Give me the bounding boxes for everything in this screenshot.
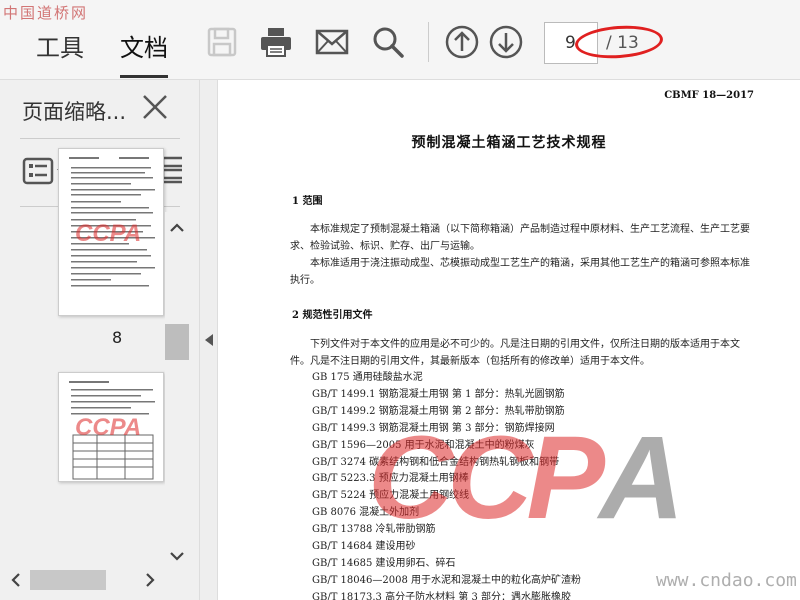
section-heading: 1 范围 — [292, 196, 323, 207]
reference-item: GB/T 1499.1 钢筋混凝土用钢 第 1 部分：热轧光圆钢筋 — [312, 388, 565, 400]
page-thumbnail[interactable]: CCPA — [58, 372, 164, 482]
collapse-left-icon — [205, 334, 213, 346]
reference-item: GB/T 18173.3 高分子防水材料 第 3 部分：遇水膨胀橡胶 — [312, 591, 571, 600]
panel-title: 页面缩略... — [22, 100, 127, 124]
thumbnail-watermark: CCPA — [75, 220, 141, 247]
paragraph: 本标准适用于浇注振动成型、芯模振动成型工艺生产的箱涵，采用其他工艺生产的箱涵可参… — [290, 258, 750, 286]
paragraph: 本标准规定了预制混凝土箱涵（以下简称箱涵）产品制造过程中原材料、生产工艺流程、生… — [290, 224, 750, 252]
document-page: CBMF 18—2017 预制混凝土箱涵工艺技术规程 1 范围 本标准规定了预制… — [218, 80, 800, 600]
panel-divider — [20, 138, 180, 139]
document-code: CBMF 18—2017 — [664, 90, 754, 101]
watermark-tail: A — [599, 412, 684, 544]
reference-item: GB/T 3274 碳素结构钢和低合金结构钢热轧钢板和钢带 — [312, 456, 560, 468]
reference-item: GB/T 1596—2005 用于水泥和混凝土中的粉煤灰 — [312, 439, 535, 451]
thumbnail-horizontal-scrollbar[interactable] — [0, 567, 165, 593]
section-heading: 2 规范性引用文件 — [292, 310, 373, 321]
search-icon[interactable] — [370, 24, 406, 60]
reference-item: GB/T 14684 建设用砂 — [312, 541, 416, 553]
document-title: 预制混凝土箱涵工艺技术规程 — [411, 135, 607, 151]
page-down-icon[interactable] — [488, 24, 524, 60]
mail-icon[interactable] — [314, 24, 350, 60]
tab-tools[interactable]: 工具 — [36, 28, 84, 78]
chevron-up-icon[interactable] — [167, 218, 187, 238]
chevron-down-icon[interactable] — [167, 546, 187, 566]
reference-item: GB/T 1499.3 钢筋混凝土用钢 第 3 部分：钢筋焊接网 — [312, 422, 555, 434]
reference-item: GB/T 18046—2008 用于水泥和混凝土中的粒化高炉矿渣粉 — [312, 574, 581, 586]
reference-item: GB/T 5224 预应力混凝土用钢绞线 — [312, 490, 470, 502]
top-toolbar: 中国道桥网 工具 文档 9 / 13 — [0, 0, 800, 80]
reference-item: GB 175 通用硅酸盐水泥 — [312, 372, 423, 383]
horizontal-scroll-thumb[interactable] — [30, 570, 106, 590]
reference-item: GB/T 13788 冷轧带肋钢筋 — [312, 524, 436, 536]
section-body: 本标准规定了预制混凝土箱涵（以下简称箱涵）产品制造过程中原材料、生产工艺流程、生… — [290, 221, 756, 289]
chevron-right-icon[interactable] — [140, 570, 160, 590]
site-logo: 中国道桥网 — [3, 4, 89, 22]
reference-item: GB/T 1499.2 钢筋混凝土用钢 第 2 部分：热轧带肋钢筋 — [312, 405, 565, 417]
print-icon[interactable] — [258, 24, 294, 60]
site-url-watermark: www.cndao.com — [656, 570, 797, 591]
page-up-icon[interactable] — [444, 24, 480, 60]
chevron-left-icon[interactable] — [6, 570, 26, 590]
thumbnail-page-number: 8 — [112, 328, 123, 347]
vertical-scroll-thumb[interactable] — [165, 324, 189, 360]
thumbnail-vertical-scrollbar[interactable] — [165, 212, 189, 570]
section-body: 下列文件对于本文件的应用是必不可少的。凡是注日期的引用文件，仅所注日期的版本适用… — [290, 336, 756, 370]
reference-item: GB 8076 混凝土外加剂 — [312, 507, 420, 519]
thumbnail-watermark: CCPA — [75, 414, 141, 441]
panel-collapse-handle[interactable] — [200, 80, 218, 600]
close-icon[interactable] — [140, 92, 170, 122]
page-thumbnail[interactable]: CCPA — [58, 148, 164, 316]
save-icon[interactable] — [204, 24, 240, 60]
reference-item: GB/T 5223.3 预应力混凝土用钢棒 — [312, 473, 469, 485]
tab-document[interactable]: 文档 — [120, 28, 168, 78]
paragraph: 下列文件对于本文件的应用是必不可少的。凡是注日期的引用文件，仅所注日期的版本适用… — [290, 339, 740, 367]
reference-item: GB/T 14685 建设用卵石、碎石 — [312, 557, 456, 569]
reference-list: GB 175 通用硅酸盐水泥 GB/T 1499.1 钢筋混凝土用钢 第 1 部… — [312, 370, 581, 600]
toolbar-separator — [428, 22, 429, 62]
